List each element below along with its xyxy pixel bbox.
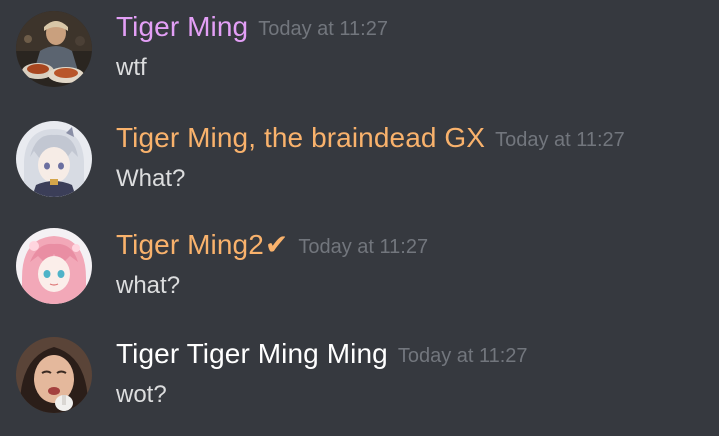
message-header: Tiger Tiger Ming Ming Today at 11:27 bbox=[116, 336, 528, 372]
user-avatar[interactable] bbox=[16, 121, 92, 197]
chat-message: Tiger Ming, the braindead GX Today at 11:… bbox=[0, 120, 719, 220]
avatar-photo-crying-woman-icon bbox=[16, 337, 92, 413]
chat-message: Tiger Ming Today at 11:27 wtf bbox=[0, 9, 719, 109]
chat-message-list: Tiger Ming Today at 11:27 wtf Tiger Ming,… bbox=[0, 0, 719, 427]
avatar-anime-pink-hair-icon bbox=[16, 228, 92, 304]
timestamp: Today at 11:27 bbox=[397, 345, 528, 367]
timestamp: Today at 11:27 bbox=[258, 18, 388, 40]
user-avatar[interactable] bbox=[16, 11, 92, 87]
message-header: Tiger Ming, the braindead GX Today at 11:… bbox=[116, 120, 625, 156]
username[interactable]: Tiger Tiger Ming Ming bbox=[116, 338, 388, 369]
message-header: Tiger Ming2✔ Today at 11:27 bbox=[116, 227, 428, 263]
username[interactable]: Tiger Ming, the braindead GX bbox=[116, 122, 485, 153]
avatar-photo-man-with-food-icon bbox=[16, 11, 92, 87]
username[interactable]: Tiger Ming bbox=[116, 11, 248, 42]
message-header: Tiger Ming Today at 11:27 bbox=[116, 9, 388, 45]
avatar-anime-white-hair-icon bbox=[16, 121, 92, 197]
user-avatar[interactable] bbox=[16, 337, 92, 413]
timestamp: Today at 11:27 bbox=[298, 236, 429, 258]
user-avatar[interactable] bbox=[16, 228, 92, 304]
message-text: what? bbox=[116, 272, 181, 299]
chat-message: Tiger Ming2✔ Today at 11:27 what? bbox=[0, 227, 719, 327]
username[interactable]: Tiger Ming2 bbox=[116, 229, 264, 260]
chat-message: Tiger Tiger Ming Ming Today at 11:27 wot? bbox=[0, 336, 719, 436]
message-text: wot? bbox=[116, 381, 167, 408]
message-text: wtf bbox=[116, 54, 147, 81]
timestamp: Today at 11:27 bbox=[495, 129, 625, 151]
message-text: What? bbox=[116, 165, 186, 192]
checkmark-icon: ✔ bbox=[264, 229, 289, 260]
